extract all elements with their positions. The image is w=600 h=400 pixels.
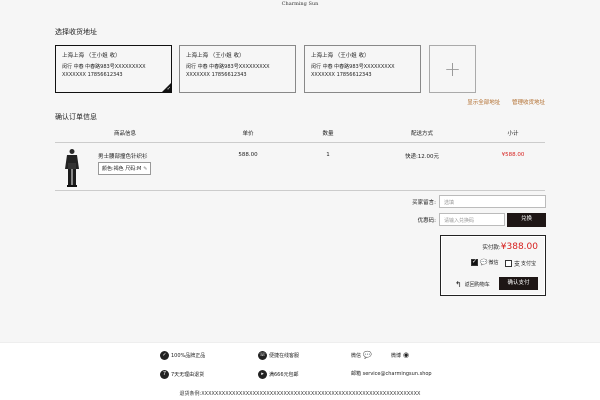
show-all-addresses-link[interactable]: 显示全部地址 [467,100,500,106]
order-section-title: 确认订单信息 [55,113,97,121]
message-label: 买家留言: [412,200,436,206]
address-card-1[interactable]: 上海上海 （王小姐 收） 闵行 中春 中春路983号XXXXXXXXX XXXX… [55,45,172,93]
footer-free-shipping: ▸ 满666元包邮 [258,370,299,379]
footer-genuine: ✓ 100%品牌正品 [160,351,205,360]
manage-addresses-link[interactable]: 管理收货地址 [512,100,545,106]
product-name[interactable]: 男士腰部撞色针织衫 [98,152,148,160]
headset-icon: ☏ [258,351,267,360]
edit-icon: ✎ [143,166,148,172]
coupon-input[interactable]: 请输入兑换码 [439,213,505,226]
order-item-row: 男士腰部撞色针织衫 颜色:褐色 尺码:M ✎ 588.00 1 快递:12.00元… [55,143,545,191]
confirm-pay-button[interactable]: 确认支付 [499,277,538,290]
wechat-pay-label: 微信 [488,260,499,266]
alipay-option[interactable]: 支 支付宝 [505,259,536,268]
footer-email[interactable]: 邮箱 service@charmingsun.shop [351,370,432,377]
alipay-label: 支付宝 [521,261,537,267]
footer-weibo[interactable]: 微博 ◉ [391,351,409,359]
truck-icon: ▸ [258,370,267,379]
alipay-icon: 支 [514,261,521,268]
selected-check-icon: ✓ [161,82,172,93]
header-subtotal: 小计 [507,131,519,137]
header-qty: 数量 [322,131,334,137]
address-line: 闵行 中春 中春路983号XXXXXXXXX [186,64,270,70]
item-shipping: 快递:12.00元 [404,154,440,160]
footer-returns-text: 7天无理由退货 [171,372,205,378]
footer-wechat-text: 微信 [351,352,362,359]
address-card-2[interactable]: 上海上海 （王小姐 收） 闵行 中春 中春路983号XXXXXXXXX XXXX… [179,45,296,93]
item-quantity: 1 [326,152,330,158]
footer-genuine-text: 100%品牌正品 [171,353,206,359]
back-to-cart-label: 返回购物车 [464,282,490,288]
address-line: 闵行 中春 中春路983号XXXXXXXXX [62,64,146,70]
weibo-icon: ◉ [403,351,410,359]
address-name: 上海上海 （王小姐 收） [62,53,121,59]
back-to-cart-link[interactable]: ↰ 返回购物车 [455,280,490,289]
footer-weibo-text: 微博 [391,352,402,359]
header-shipping: 配送方式 [410,131,433,137]
return-icon: 7 [160,370,169,379]
product-spec-text: 颜色:褐色 尺码:M [102,166,142,172]
product-spec-selector[interactable]: 颜色:褐色 尺码:M ✎ [98,162,152,175]
address-name: 上海上海 （王小姐 收） [311,53,370,59]
payment-panel: 实付款:¥388.00 💬 微信 支 支付宝 ↰ 返回购物车 确认支付 [440,235,546,296]
footer-returns: 7 7天无理由退货 [160,370,204,379]
return-policy-text: 退货条例:XXXXXXXXXXXXXXXXXXXXXXXXXXXXXXXXXXX… [179,391,421,397]
genuine-icon: ✓ [160,351,169,360]
brand-logo: Charming Sun [281,1,319,7]
address-card-3[interactable]: 上海上海 （王小姐 收） 闵行 中春 中春路983号XXXXXXXXX XXXX… [304,45,421,93]
address-name: 上海上海 （王小姐 收） [186,53,245,59]
address-line: XXXXXXX 17856612343 [186,72,247,78]
item-price: 588.00 [238,152,258,158]
wechat-pay-option[interactable]: 💬 微信 [471,258,499,266]
address-line: 闵行 中春 中春路983号XXXXXXXXX [311,64,395,70]
footer-service[interactable]: ☏ 便捷在线客服 [258,351,299,360]
footer-service-text: 便捷在线客服 [269,353,300,359]
item-subtotal: ¥588.00 [501,152,525,158]
checkbox-checked-icon[interactable] [471,258,478,266]
coupon-label: 优惠码: [417,218,436,224]
address-links: 显示全部地址 管理收货地址 [457,98,545,106]
checkbox-icon[interactable] [505,260,512,267]
wechat-icon: 💬 [480,259,488,266]
address-line: XXXXXXX 17856612343 [62,72,123,78]
amount-label: 实付款: [482,245,501,251]
message-input[interactable]: 选填 [439,195,546,208]
add-address-button[interactable]: + [429,45,476,93]
back-arrow-icon: ↰ [455,280,462,289]
plus-icon: + [444,57,461,81]
order-table-header: 商品信息 单价 数量 配送方式 小计 [55,127,545,143]
address-line: XXXXXXX 17856612343 [311,72,372,78]
address-section-title: 选择收货地址 [55,28,97,36]
footer: ✓ 100%品牌正品 ☏ 便捷在线客服 微信 💬 微博 ◉ 7 7天无理由退货 ▸ 满666… [0,342,600,400]
header-product: 商品信息 [113,131,136,137]
footer-wechat[interactable]: 微信 💬 [351,351,372,359]
amount-value: ¥388.00 [500,242,538,252]
header-price: 单价 [242,131,254,137]
product-image[interactable] [63,148,81,187]
payment-amount: 实付款:¥388.00 [482,242,538,252]
redeem-button[interactable]: 兑换 [507,213,546,227]
footer-free-shipping-text: 满666元包邮 [269,372,299,378]
wechat-icon: 💬 [363,351,372,359]
